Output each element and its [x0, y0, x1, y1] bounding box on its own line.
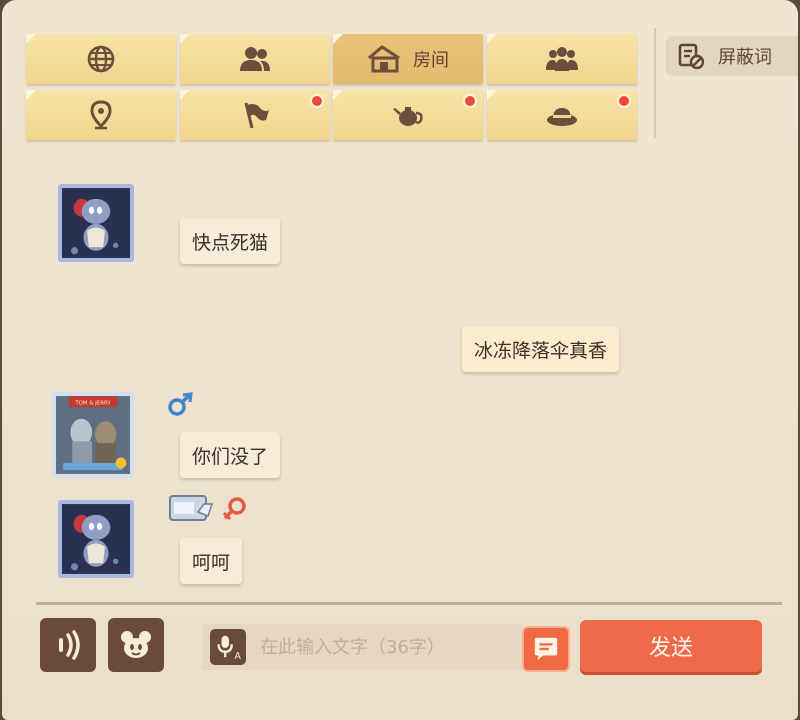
message-input-box[interactable]: A — [202, 624, 522, 670]
tab-nearby[interactable] — [26, 90, 176, 140]
team-icon — [546, 47, 578, 71]
hat-icon — [547, 108, 577, 126]
voice-to-text-button[interactable]: A — [210, 629, 246, 665]
chat-message-list[interactable]: 快点死猫 冰冻降落伞真香 TOM & JERRY 你们没了 呵呵 — [20, 140, 798, 600]
notification-dot — [310, 94, 324, 108]
teapot-icon — [393, 107, 423, 126]
block-list-icon — [678, 43, 704, 69]
globe-icon — [87, 45, 115, 73]
tab-teapot[interactable] — [333, 90, 483, 140]
chat-panel: 房间 屏蔽词 快点死猫 冰冻降落伞真香 TOM & JERRY 你们没了 呵呵 … — [2, 0, 798, 720]
svg-text:A: A — [235, 651, 242, 661]
mouse-avatar-icon — [62, 504, 130, 574]
quick-phrase-button[interactable] — [522, 626, 570, 672]
chat-bubble[interactable]: 呵呵 — [180, 538, 243, 584]
message-input[interactable] — [260, 636, 520, 658]
mouse-face-icon — [121, 631, 151, 658]
message-text: 你们没了 — [192, 445, 269, 468]
send-button[interactable]: 发送 — [580, 620, 762, 672]
tab-team[interactable] — [487, 34, 637, 84]
house-icon — [368, 45, 400, 73]
tab-world[interactable] — [26, 34, 176, 84]
ultraman-avatar-icon: TOM & JERRY — [56, 396, 130, 474]
tab-room[interactable]: 房间 — [333, 34, 483, 84]
avatar-frame-text: TOM & JERRY — [74, 400, 111, 406]
composer-divider — [36, 602, 782, 605]
mouse-avatar-icon — [62, 188, 130, 258]
avatar[interactable]: TOM & JERRY — [52, 392, 134, 478]
chat-bubble-mine[interactable]: 冰冻降落伞真香 — [462, 326, 620, 372]
message-text: 冰冻降落伞真香 — [474, 339, 608, 362]
chat-bubble[interactable]: 快点死猫 — [180, 218, 281, 264]
mic-translate-icon: A — [217, 635, 242, 661]
voice-button[interactable] — [40, 618, 96, 672]
chat-bubble[interactable]: 你们没了 — [180, 432, 281, 478]
avatar[interactable] — [58, 500, 134, 578]
tab-guild[interactable] — [180, 90, 330, 140]
flag-icon — [244, 102, 269, 129]
tab-hat[interactable] — [487, 90, 637, 140]
emoji-button[interactable] — [108, 618, 164, 672]
avatar[interactable] — [58, 184, 134, 262]
header-divider — [654, 28, 656, 138]
message-text: 呵呵 — [192, 551, 231, 574]
notification-dot — [617, 94, 631, 108]
channel-tabs: 房间 — [20, 22, 648, 144]
friends-icon — [240, 47, 270, 71]
tab-friends[interactable] — [180, 34, 330, 84]
message-text: 快点死猫 — [192, 231, 269, 254]
send-button-label: 发送 — [648, 636, 693, 661]
notification-dot — [463, 94, 477, 108]
diamond-card-icon — [169, 495, 214, 521]
location-pin-icon — [90, 100, 112, 130]
block-words-label: 屏蔽词 — [718, 47, 772, 68]
block-words-button[interactable]: 屏蔽词 — [666, 36, 798, 76]
female-gender-icon — [222, 497, 246, 521]
male-gender-icon — [168, 392, 193, 416]
chat-bubble-icon — [534, 637, 558, 661]
tab-room-label: 房间 — [413, 50, 449, 71]
sound-wave-icon — [59, 630, 80, 660]
